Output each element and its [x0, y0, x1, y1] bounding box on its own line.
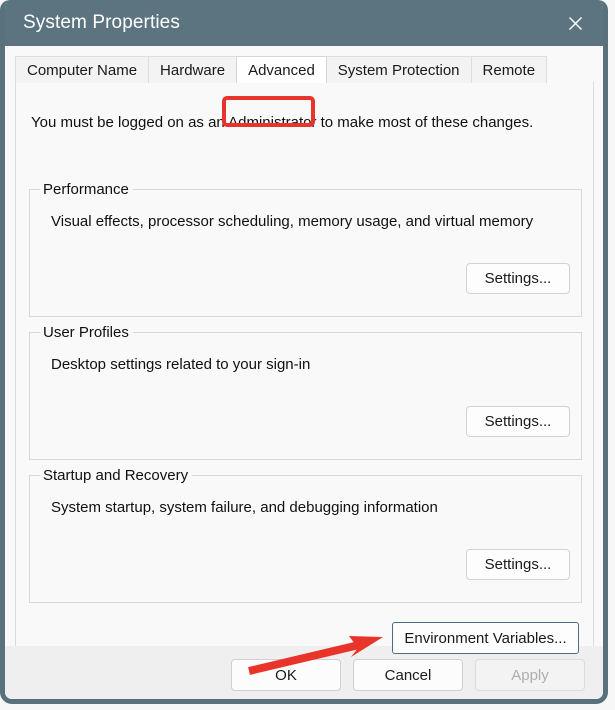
user-profiles-settings-button[interactable]: Settings... [466, 406, 570, 437]
performance-settings-button[interactable]: Settings... [466, 263, 570, 294]
screenshot-root: System Properties Computer Name Hardware… [0, 0, 615, 710]
apply-button: Apply [475, 659, 585, 691]
startup-recovery-settings-button[interactable]: Settings... [466, 549, 570, 580]
group-startup-recovery-description: System startup, system failure, and debu… [51, 499, 438, 516]
title-bar: System Properties [5, 0, 603, 46]
group-user-profiles: User Profiles Desktop settings related t… [29, 324, 582, 460]
administrator-note: You must be logged on as an Administrato… [31, 114, 534, 131]
group-startup-recovery: Startup and Recovery System startup, sys… [29, 467, 582, 603]
tab-hardware[interactable]: Hardware [148, 56, 238, 83]
system-properties-window: System Properties Computer Name Hardware… [0, 0, 608, 704]
window-title: System Properties [23, 12, 180, 33]
footer-button-row: OK Cancel Apply [231, 659, 585, 691]
dialog-body: Computer Name Hardware Advanced System P… [5, 46, 603, 699]
environment-variables-button[interactable]: Environment Variables... [392, 622, 579, 654]
tab-strip: Computer Name Hardware Advanced System P… [15, 55, 594, 83]
group-performance-frame [29, 189, 582, 317]
group-performance-legend: Performance [40, 181, 133, 198]
tab-remote[interactable]: Remote [470, 56, 548, 83]
group-user-profiles-description: Desktop settings related to your sign-in [51, 356, 311, 373]
group-performance: Performance Visual effects, processor sc… [29, 181, 582, 317]
tab-system-protection[interactable]: System Protection [325, 56, 472, 83]
dialog-footer: OK Cancel Apply [5, 646, 603, 699]
close-icon[interactable] [547, 0, 603, 46]
cancel-button[interactable]: Cancel [353, 659, 463, 691]
group-performance-description: Visual effects, processor scheduling, me… [51, 213, 534, 230]
tab-advanced[interactable]: Advanced [236, 56, 327, 83]
group-startup-recovery-frame [29, 475, 582, 603]
group-user-profiles-legend: User Profiles [40, 324, 133, 341]
group-user-profiles-frame [29, 332, 582, 460]
tab-computer-name[interactable]: Computer Name [15, 56, 150, 83]
ok-button[interactable]: OK [231, 659, 341, 691]
group-startup-recovery-legend: Startup and Recovery [40, 467, 193, 484]
